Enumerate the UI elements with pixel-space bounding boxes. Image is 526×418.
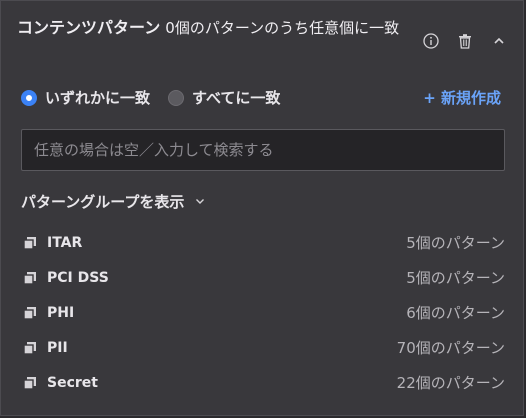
radio-all-label: すべてに一致 xyxy=(192,89,281,107)
radio-match-all[interactable]: すべてに一致 xyxy=(168,87,280,108)
radio-all-indicator[interactable] xyxy=(168,89,185,106)
pattern-group-item[interactable]: Secret 22個のパターン xyxy=(21,365,505,400)
radio-any-indicator[interactable] xyxy=(21,89,37,106)
group-count: 22個のパターン xyxy=(396,374,505,392)
group-name: PCI DSS xyxy=(47,269,109,286)
pattern-group-list: ITAR 5個のパターン PCI DSS 5個のパターン PHI 6個のパターン xyxy=(21,225,505,400)
panel-subtitle: 0個のパターンのうち任意個に一致 xyxy=(165,19,400,37)
group-count: 5個のパターン xyxy=(406,269,505,287)
pattern-group-item[interactable]: PCI DSS 5個のパターン xyxy=(21,260,505,295)
copy-icon xyxy=(21,304,39,322)
group-count: 5個のパターン xyxy=(406,234,505,252)
new-pattern-link[interactable]: + 新規作成 xyxy=(423,87,501,108)
header-actions xyxy=(421,31,509,51)
panel-title: コンテンツパターン xyxy=(17,18,161,37)
radio-any-label: いずれかに一致 xyxy=(45,89,151,107)
group-count: 70個のパターン xyxy=(396,339,505,357)
chevron-down-icon xyxy=(194,193,206,211)
copy-icon xyxy=(21,269,39,287)
pattern-group-item[interactable]: ITAR 5個のパターン xyxy=(21,225,505,260)
content-patterns-panel: コンテンツパターン 0個のパターンのうち任意個に一致 いずれかに一致 すべてに一… xyxy=(0,0,524,416)
pattern-group-item[interactable]: PII 70個のパターン xyxy=(21,330,505,365)
pattern-search-input[interactable] xyxy=(21,129,505,171)
group-name: PHI xyxy=(47,304,75,321)
group-name: Secret xyxy=(47,374,98,391)
pattern-group-item[interactable]: PHI 6個のパターン xyxy=(21,295,505,330)
group-name: PII xyxy=(47,339,68,356)
chevron-up-icon[interactable] xyxy=(489,31,509,51)
copy-icon xyxy=(21,339,39,357)
group-name: ITAR xyxy=(47,234,83,251)
panel-header: コンテンツパターン 0個のパターンのうち任意個に一致 xyxy=(17,15,417,41)
trash-icon[interactable] xyxy=(455,31,475,51)
info-icon[interactable] xyxy=(421,31,441,51)
show-pattern-groups-label: パターングループを表示 xyxy=(21,193,185,211)
radio-match-any[interactable]: いずれかに一致 xyxy=(21,87,150,108)
copy-icon xyxy=(21,234,39,252)
match-mode-radio-group: いずれかに一致 すべてに一致 xyxy=(21,87,298,108)
show-pattern-groups-toggle[interactable]: パターングループを表示 xyxy=(21,191,206,212)
copy-icon xyxy=(21,374,39,392)
group-count: 6個のパターン xyxy=(406,304,505,322)
